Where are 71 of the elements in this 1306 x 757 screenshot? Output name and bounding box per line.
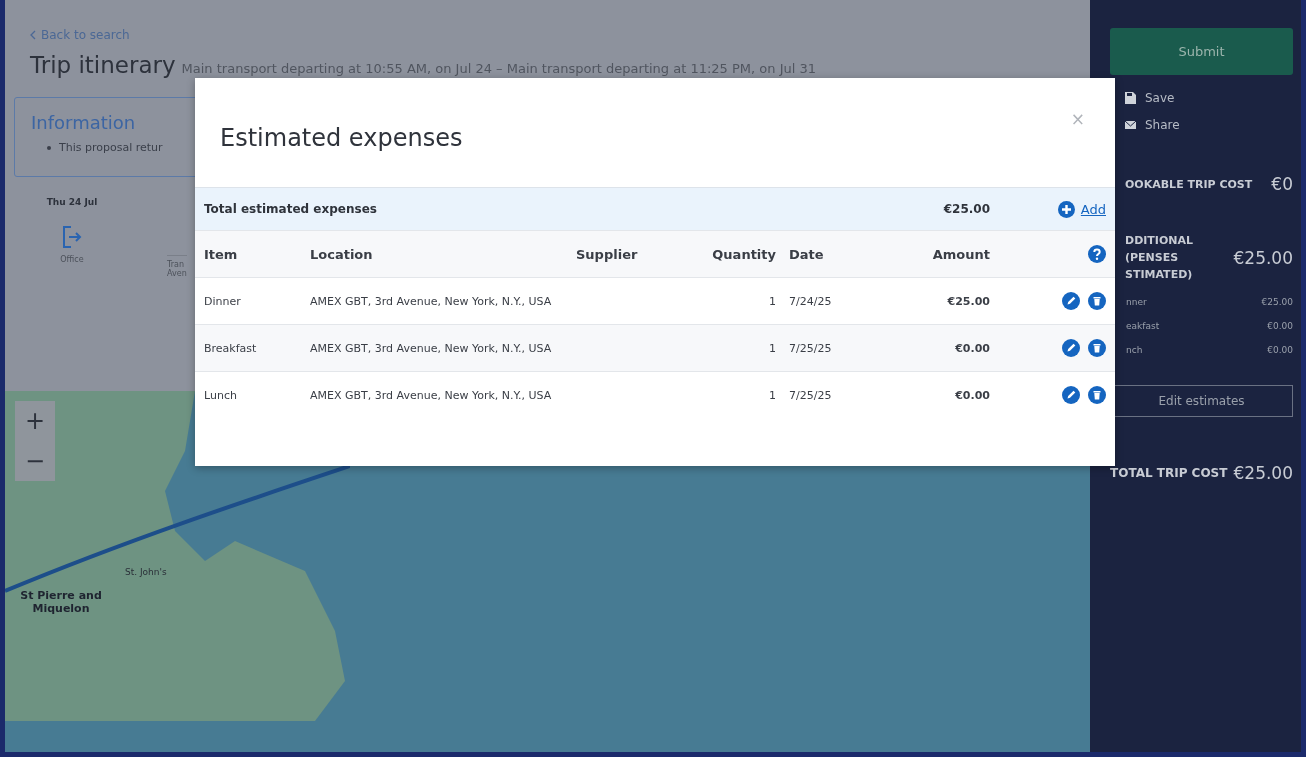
total-value: €25.00 xyxy=(1233,463,1293,483)
cost-label: STIMATED) xyxy=(1125,267,1194,283)
map-label: St. John's xyxy=(125,567,167,577)
timeline-segment-text: Aven xyxy=(167,269,187,278)
help-icon xyxy=(1088,245,1106,263)
column-header: Amount xyxy=(931,246,990,262)
close-button[interactable]: × xyxy=(1070,108,1085,130)
cost-value: €0 xyxy=(1271,174,1293,194)
cost-label: OOKABLE TRIP COST xyxy=(1125,177,1253,191)
table-cell-text: Breakfast xyxy=(204,341,258,355)
map-label: St Pierre and Miquelon xyxy=(19,589,103,615)
table-cell-text: 7/25/25 xyxy=(788,341,833,355)
trash-icon xyxy=(1088,339,1106,357)
information-text: This proposal retur xyxy=(59,141,163,154)
trash-icon xyxy=(1088,292,1106,310)
envelope-icon xyxy=(1124,118,1137,132)
page-subtitle: Main transport departing at 10:55 AM, on Jul 24 – Main transport departing at 11:25 PM, on Jul 31 xyxy=(181,61,816,76)
total-label: TOTAL TRIP COST xyxy=(1110,466,1228,480)
trash-icon xyxy=(1088,386,1106,404)
plus-circle-icon xyxy=(1057,200,1075,218)
table-cell-text: AMEX GBT, 3rd Avenue, New York, N.Y., USA xyxy=(310,341,553,355)
total-label: Total estimated expenses xyxy=(204,202,378,216)
cost-value: €25.00 xyxy=(1233,247,1293,268)
table-cell-text: €25.00 xyxy=(946,294,990,308)
information-title: Information xyxy=(31,112,137,133)
expense-name: eakfast xyxy=(1126,321,1160,331)
column-header: Location xyxy=(310,246,374,262)
column-header: Quantity xyxy=(711,246,776,262)
save-link[interactable]: Save xyxy=(1090,91,1293,105)
timeline-date: Thu 24 Jul xyxy=(46,197,98,207)
table-cell-text: AMEX GBT, 3rd Avenue, New York, N.Y., USA xyxy=(310,294,553,308)
delete-button[interactable] xyxy=(1088,292,1106,310)
total-amount: €25.00 xyxy=(942,202,990,216)
delete-button[interactable] xyxy=(1088,386,1106,404)
modal-title: Estimated expenses xyxy=(220,124,463,154)
cost-label: (PENSES xyxy=(1125,250,1180,266)
chevron-left-icon xyxy=(30,30,36,40)
table-cell-text: €0.00 xyxy=(954,388,990,402)
table-cell-text: €0.00 xyxy=(954,341,990,355)
timeline-segment-text: Tran xyxy=(167,260,185,269)
table-cell-text: Lunch xyxy=(204,388,238,402)
table-cell-text: Dinner xyxy=(204,294,242,308)
column-header: Date xyxy=(788,246,825,262)
expense-name: nner xyxy=(1126,297,1147,307)
bullet-icon xyxy=(47,145,51,150)
table-cell-text: 7/24/25 xyxy=(788,294,833,308)
expense-amount: €0.00 xyxy=(1267,345,1293,355)
expense-name: nch xyxy=(1126,345,1143,355)
cost-label: DDITIONAL xyxy=(1125,233,1194,249)
table-cell-text: 7/25/25 xyxy=(788,388,833,402)
expense-amount: €0.00 xyxy=(1267,321,1293,331)
timeline-stop-label: Office xyxy=(60,255,84,264)
pencil-icon xyxy=(1062,386,1080,404)
edit-button[interactable] xyxy=(1062,292,1080,310)
share-link[interactable]: Share xyxy=(1090,118,1293,132)
page-title: Trip itinerary xyxy=(30,52,176,78)
table-cell-text: AMEX GBT, 3rd Avenue, New York, N.Y., USA xyxy=(310,388,553,402)
submit-button[interactable]: Submit xyxy=(1110,28,1293,75)
table-cell-text: 1 xyxy=(768,388,776,402)
edit-button[interactable] xyxy=(1062,339,1080,357)
column-header: Item xyxy=(204,246,239,262)
add-link[interactable]: Add xyxy=(1057,200,1106,218)
table-cell-text: 1 xyxy=(768,294,776,308)
table-cell-text: 1 xyxy=(768,341,776,355)
edit-button[interactable] xyxy=(1062,386,1080,404)
pencil-icon xyxy=(1062,339,1080,357)
delete-button[interactable] xyxy=(1088,339,1106,357)
expense-amount: €25.00 xyxy=(1261,297,1293,307)
column-header: Supplier xyxy=(576,246,639,262)
pencil-icon xyxy=(1062,292,1080,310)
exit-icon xyxy=(62,225,82,249)
